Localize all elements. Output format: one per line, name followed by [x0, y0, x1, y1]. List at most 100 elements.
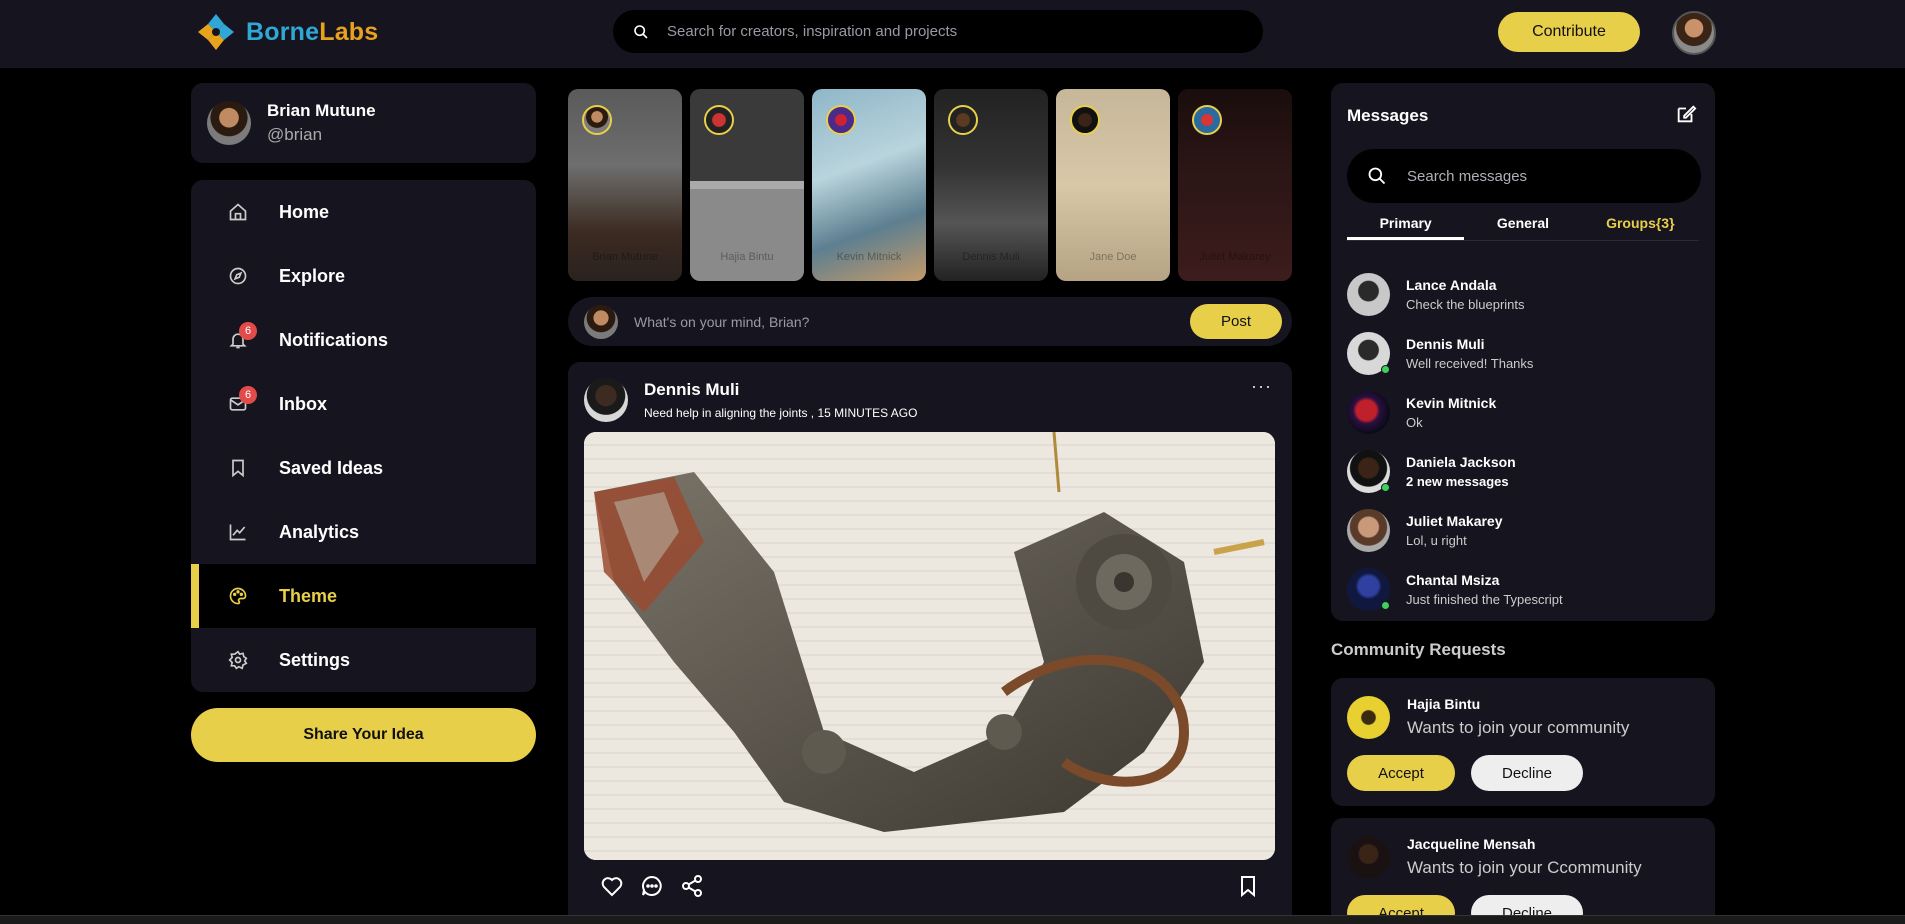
brand-name: BorneLabs [246, 18, 378, 47]
sidebar-nav: Home Explore 6 Notifications 6 Inbox Sav… [191, 180, 536, 692]
list-item[interactable]: Daniela Jackson 2 new messages [1347, 442, 1699, 501]
message-search-input[interactable]: Search messages [1347, 149, 1701, 203]
story-label: Brian Mutune [592, 251, 658, 263]
story-label: Jane Doe [1089, 251, 1137, 263]
sidebar-item-label: Inbox [279, 393, 327, 414]
sidebar-item-inbox[interactable]: 6 Inbox [191, 372, 536, 436]
avatar [1347, 332, 1390, 375]
online-indicator [1381, 601, 1390, 610]
message-sender: Lance Andala [1406, 277, 1497, 293]
sidebar-item-explore[interactable]: Explore [191, 244, 536, 308]
avatar [1347, 273, 1390, 316]
story-avatar [948, 105, 978, 135]
sidebar-item-home[interactable]: Home [191, 180, 536, 244]
story-card[interactable]: Juliet Makarey [1178, 89, 1292, 281]
list-item[interactable]: Dennis Muli Well received! Thanks [1347, 324, 1699, 383]
compose-input[interactable]: What's on your mind, Brian? [634, 314, 1174, 330]
profile-handle: @brian [267, 125, 323, 144]
story-card[interactable]: Jane Doe [1056, 89, 1170, 281]
list-item[interactable]: Lance Andala Check the blueprints [1347, 265, 1699, 324]
feed-post: Dennis Muli Need help in aligning the jo… [568, 362, 1292, 924]
messages-title: Messages [1347, 106, 1429, 125]
sidebar-item-label: Theme [279, 585, 338, 606]
inbox-badge: 6 [239, 386, 257, 404]
brand-part-2: Labs [319, 17, 379, 46]
sidebar-item-label: Explore [279, 265, 346, 286]
share-idea-button[interactable]: Share Your Idea [191, 708, 536, 762]
message-sender: Chantal Msiza [1406, 572, 1500, 588]
contribute-button[interactable]: Contribute [1498, 12, 1640, 52]
tab-general[interactable]: General [1464, 213, 1581, 240]
story-avatar [1192, 105, 1222, 135]
sidebar-item-notifications[interactable]: 6 Notifications [191, 308, 536, 372]
message-sender: Dennis Muli [1406, 336, 1485, 352]
story-card[interactable]: Hajia Bintu [690, 89, 804, 281]
profile-card[interactable]: Brian Mutune @brian [191, 83, 536, 163]
list-item[interactable]: Juliet Makarey Lol, u right [1347, 501, 1699, 560]
compose-bar: What's on your mind, Brian? Post [568, 297, 1292, 346]
message-sender: Kevin Mitnick [1406, 395, 1497, 411]
community-requests-title: Community Requests [1331, 640, 1506, 659]
search-placeholder: Search for creators, inspiration and pro… [667, 23, 958, 40]
profile-name: Brian Mutune [267, 101, 376, 120]
list-item[interactable]: Chantal Msiza Just finished the Typescrip… [1347, 560, 1699, 619]
post-image[interactable] [584, 432, 1275, 860]
sidebar-item-settings[interactable]: Settings [191, 628, 536, 692]
post-caption: Need help in aligning the joints , 15 MI… [644, 406, 918, 420]
compose-message-icon[interactable] [1675, 103, 1697, 125]
share-icon[interactable] [680, 874, 704, 898]
stories-strip: Brian Mutune Hajia Bintu Kevin Mitnick D… [568, 89, 1292, 281]
online-indicator [1381, 483, 1390, 492]
story-card[interactable]: Brian Mutune [568, 89, 682, 281]
post-author[interactable]: Dennis Muli [644, 380, 917, 400]
top-bar: BorneLabs Search for creators, inspirati… [0, 0, 1905, 68]
story-card[interactable]: Dennis Muli [934, 89, 1048, 281]
avatar [207, 101, 251, 145]
sidebar-item-label: Analytics [279, 521, 360, 542]
message-preview: Check the blueprints [1406, 297, 1525, 312]
os-taskbar [0, 915, 1905, 924]
comment-icon[interactable] [640, 874, 664, 898]
decline-button[interactable]: Decline [1471, 755, 1583, 791]
story-avatar [582, 105, 612, 135]
avatar [1347, 509, 1390, 552]
robotic-arm-image [584, 432, 1275, 860]
avatar [1347, 836, 1390, 879]
request-text: Wants to join your community [1407, 718, 1630, 737]
home-icon [227, 201, 249, 223]
message-preview: 2 new messages [1406, 474, 1509, 489]
avatar [584, 304, 618, 339]
tab-groups[interactable]: Groups{3} [1582, 213, 1699, 240]
community-request-card: Jacqueline Mensah Wants to join your Cco… [1331, 818, 1715, 924]
bookmark-icon [227, 457, 249, 479]
message-tabs: Primary General Groups{3} [1347, 213, 1699, 241]
story-avatar [826, 105, 856, 135]
request-text: Wants to join your Ccommunity [1407, 858, 1642, 877]
sidebar-item-analytics[interactable]: Analytics [191, 500, 536, 564]
sidebar-item-label: Notifications [279, 329, 389, 350]
avatar[interactable] [584, 378, 628, 422]
more-options-icon[interactable]: ··· [1251, 376, 1272, 397]
story-card[interactable]: Kevin Mitnick [812, 89, 926, 281]
search-icon [1368, 167, 1386, 185]
list-item[interactable]: Kevin Mitnick Ok [1347, 383, 1699, 442]
accept-button[interactable]: Accept [1347, 755, 1455, 791]
logo[interactable]: BorneLabs [194, 10, 378, 54]
search-input[interactable]: Search for creators, inspiration and pro… [613, 10, 1263, 53]
post-button[interactable]: Post [1190, 304, 1282, 339]
compass-icon [227, 265, 249, 287]
message-preview: Ok [1406, 415, 1423, 430]
user-avatar[interactable] [1672, 11, 1716, 55]
online-indicator [1381, 365, 1390, 374]
avatar [1347, 450, 1390, 493]
sidebar-item-saved-ideas[interactable]: Saved Ideas [191, 436, 536, 500]
community-request-card: Hajia Bintu Wants to join your community… [1331, 678, 1715, 806]
sidebar-item-theme[interactable]: Theme [191, 564, 536, 628]
bookmark-icon[interactable] [1236, 874, 1260, 898]
message-list: Lance Andala Check the blueprints Dennis … [1347, 265, 1699, 619]
message-sender: Daniela Jackson [1406, 454, 1516, 470]
heart-icon[interactable] [600, 874, 624, 898]
tab-primary[interactable]: Primary [1347, 213, 1465, 240]
story-label: Kevin Mitnick [836, 251, 902, 263]
avatar [1347, 696, 1390, 739]
